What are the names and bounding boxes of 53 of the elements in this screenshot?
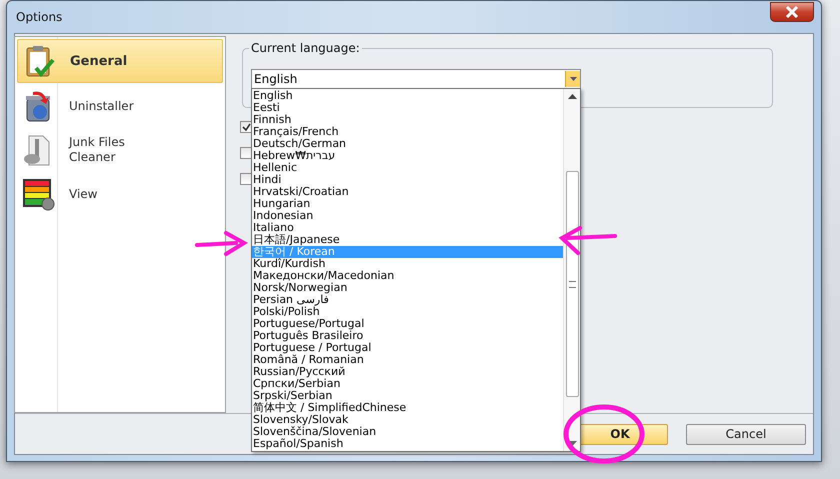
dropdown-option[interactable]: Slovenščina/Slovenian — [252, 426, 563, 438]
dropdown-option[interactable]: Portuguese/Portugal — [252, 318, 563, 330]
dropdown-option[interactable]: Slovensky/Slovak — [252, 414, 563, 426]
dropdown-value: English — [253, 72, 298, 86]
dropdown-option[interactable]: Deutsch/German — [252, 138, 563, 150]
sidebar-item[interactable]: View — [17, 173, 223, 215]
dropdown-option[interactable]: Hellenic — [252, 162, 563, 174]
dropdown-option[interactable]: Español/Spanish — [252, 438, 563, 450]
checkbox[interactable] — [240, 173, 252, 185]
scroll-down-icon — [568, 441, 576, 446]
checkbox[interactable] — [240, 121, 252, 133]
sidebar-label: Junk Files Cleaner — [69, 135, 126, 165]
dropdown-option[interactable]: Français/French — [252, 126, 563, 138]
dropdown-option[interactable]: Македонски/Macedonian — [252, 270, 563, 282]
dropdown-option[interactable]: 简体中文 / SimplifiedChinese — [252, 402, 563, 414]
scroll-up-icon — [568, 94, 576, 99]
dropdown-option[interactable]: Indonesian — [252, 210, 563, 222]
sidebar-label: Uninstaller — [69, 98, 135, 114]
annotation-arrow — [195, 231, 248, 256]
dropdown-option[interactable]: Italiano — [252, 222, 563, 234]
group-label: Current language: — [249, 41, 362, 55]
cancel-button[interactable]: Cancel — [686, 424, 806, 444]
dropdown-option[interactable]: Finnish — [252, 114, 563, 126]
sidebar-label: General — [70, 54, 128, 68]
dropdown-option[interactable]: Norsk/Norwegian — [252, 282, 563, 294]
dropdown-option[interactable]: Română / Romanian — [252, 354, 563, 366]
scrollbar[interactable] — [563, 89, 580, 451]
dropdown-option[interactable]: English — [252, 90, 563, 102]
sidebar-item[interactable]: General — [17, 39, 223, 83]
sidebar-item[interactable]: Junk Files Cleaner — [17, 129, 223, 171]
annotation-arrow — [558, 226, 617, 255]
close-icon — [785, 6, 799, 18]
color-grid-icon — [21, 177, 55, 211]
dropdown-option[interactable]: Persian فارسی — [252, 294, 563, 306]
dropdown-option[interactable]: Kurdî/Kurdish — [252, 258, 563, 270]
scroll-thumb[interactable] — [566, 171, 578, 397]
sidebar-item[interactable]: Uninstaller — [17, 85, 223, 127]
dropdown-option[interactable]: Polski/Polish — [252, 306, 563, 318]
dropdown-option[interactable]: Portuguese / Portugal — [252, 342, 563, 354]
dropdown-option[interactable]: Hrvatski/Croatian — [252, 186, 563, 198]
close-button[interactable] — [770, 2, 814, 22]
dropdown-option[interactable]: Srpski/Serbian — [252, 390, 563, 402]
checkbox[interactable] — [240, 147, 252, 159]
dropdown-option[interactable]: Hindi — [252, 174, 563, 186]
dropdown-option[interactable]: Hungarian — [252, 198, 563, 210]
dropdown-option[interactable]: Hebrew₩עברית — [252, 150, 563, 162]
dropdown-option[interactable]: Eesti — [252, 102, 563, 114]
sidebar-label: View — [69, 186, 98, 202]
dropdown-option[interactable]: Português Brasileiro — [252, 330, 563, 342]
window-title: Options — [15, 10, 62, 24]
dropdown-option[interactable]: Српски/Serbian — [252, 378, 563, 390]
dropdown-option[interactable]: Russian/Русский — [252, 366, 563, 378]
dropdown-option[interactable]: 日本語/Japanese — [252, 234, 563, 246]
